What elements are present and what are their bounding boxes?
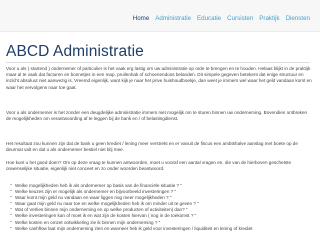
question-text: Wat of Verlies binnen mijn onderneming e… <box>15 207 188 213</box>
result-paragraph: Het resultaat zou kunnen zijn dat de ban… <box>6 141 298 153</box>
nav-educatie[interactable]: Educatie <box>197 15 221 23</box>
main-nav: Home Administratie Educatie Cursisten Pr… <box>133 15 310 23</box>
question-text: Welke keuzes zijn er mogelijk als ondern… <box>15 189 177 195</box>
list-item: " Welke cashflow laat mijn onderneming zi… <box>10 226 310 232</box>
ondernemer-paragraph: Voor u als ondernemer is het zonder een … <box>6 110 308 122</box>
page-title: ABCD Administratie <box>6 43 144 60</box>
question-text: Welke investeringen kan of moet ik en wa… <box>15 213 197 219</box>
question-text: Waar gaat mijn geld nu naar toe en welke… <box>15 201 199 207</box>
nav-home[interactable]: Home <box>133 15 150 23</box>
nav-praktijk[interactable]: Praktijk <box>259 15 279 23</box>
top-navigation-bar: Home Administratie Educatie Cursisten Pr… <box>0 0 320 32</box>
nav-administratie[interactable]: Administratie <box>155 15 191 23</box>
question-intro-paragraph: Hoe kunt u het goed doen? Om op deze vra… <box>6 160 292 172</box>
question-text: Welke kosten en omzet ontwikkeling zie i… <box>15 219 161 225</box>
intro-paragraph: Voor u als ( startend ) ondernemer of pa… <box>6 66 312 90</box>
title-divider <box>6 62 310 63</box>
question-list: " Welke mogelijkheden heb ik als ondernem… <box>10 183 310 232</box>
nav-cursisten[interactable]: Cursisten <box>227 15 253 23</box>
question-text: Welke cashflow laat mijn onderneming zie… <box>15 225 253 231</box>
question-text: Welke mogelijkheden heb ik als onderneme… <box>15 183 183 188</box>
question-text: Waar komt mijn geld nu vandaan en waar l… <box>15 195 172 201</box>
nav-diensten[interactable]: Diensten <box>286 15 310 23</box>
